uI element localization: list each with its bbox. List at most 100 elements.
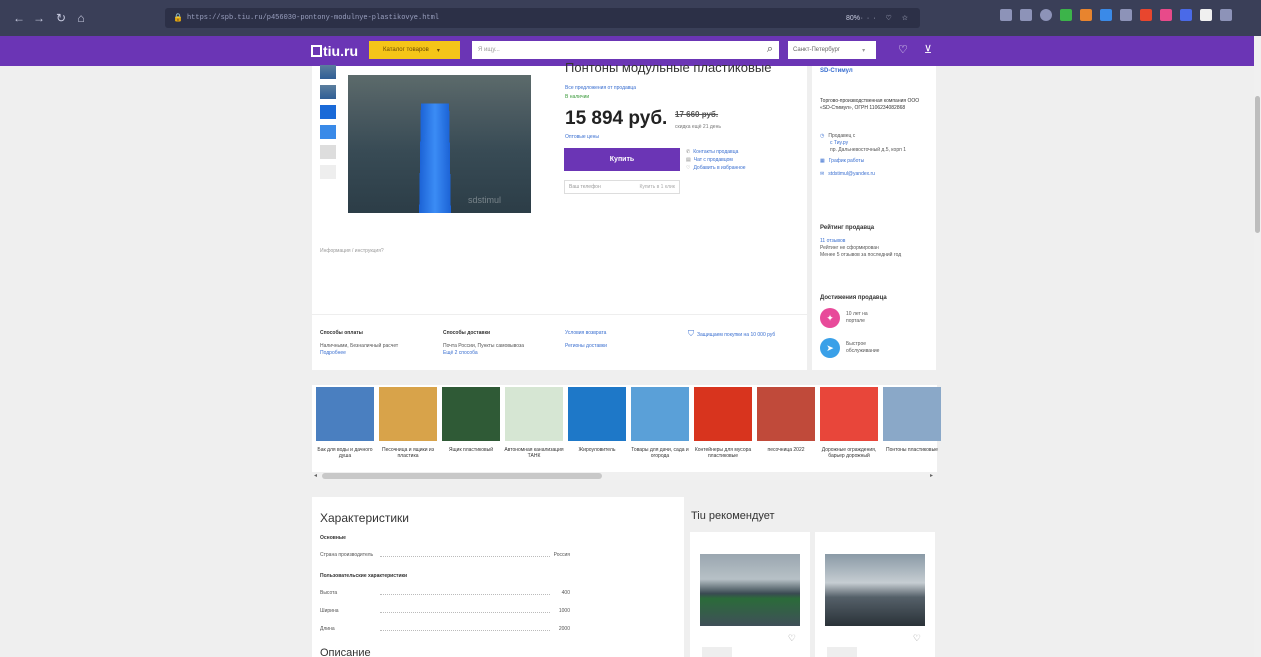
char-row: Страна производитель Россия [320,552,570,558]
recommend-card[interactable]: ♡ [815,532,935,657]
characteristics-title: Характеристики [320,511,409,525]
payment-info: Способы оплаты Наличными, Безналичный ра… [320,330,435,357]
buy-button[interactable]: Купить [564,148,680,171]
arrow-left-icon[interactable]: ◂ [314,472,317,479]
instructions-link[interactable]: Информация / инструкция? [320,248,384,254]
carousel-item[interactable]: Понтоны пластиковые [882,385,942,470]
protection-info[interactable]: ⛉ Защищаем покупки на 10 000 руб [688,330,803,339]
extension-green-icon[interactable] [1060,9,1072,21]
carousel-item[interactable]: Бак для воды и дачного душа [315,385,375,470]
favorite-link[interactable]: ♡ Добавить в избранное [686,164,746,172]
browser-toolbar: ← → ↻ ⌂ 🔒 https://spb.tiu.ru/p456030-pon… [0,0,1261,36]
description-title: Описание [320,647,371,657]
product-image[interactable]: sdstimul [348,75,531,213]
wholesale-link[interactable]: Оптовые цены [565,134,599,140]
image-watermark: sdstimul [467,195,501,205]
seller-name[interactable]: SD-Стимул [820,68,853,74]
back-icon[interactable]: ← [10,9,28,27]
carousel-image [505,387,563,441]
zoom-level[interactable]: 80% [846,15,860,22]
extension-white-icon[interactable] [1200,9,1212,21]
contact-seller-label: Контакты продавца [693,149,739,155]
chat-link[interactable]: ▤ Чат с продавцом [686,156,746,164]
seller-actions: ✆ Контакты продавца ▤ Чат с продавцом ♡ Доб… [686,148,746,172]
catalog-button[interactable]: Каталог товаров ▾ [369,41,460,59]
thumbnail[interactable] [320,65,336,79]
catalog-label: Каталог товаров [383,47,429,53]
search-icon[interactable]: ⌕ [767,43,773,56]
recommend-title: Tiu рекомендует [691,510,775,522]
carousel-item[interactable]: Контейнеры для мусора пластиковые [693,385,753,470]
schedule-link[interactable]: График работы [829,158,864,164]
heart-icon[interactable]: ♡ [788,633,796,644]
payment-more-link[interactable]: Подробнее [320,350,435,357]
achievement-label: 10 лет на портале [846,311,868,324]
carousel-item[interactable]: Ящик пластиковый [441,385,501,470]
payment-text: Наличными, Безналичный расчет [320,343,399,349]
all-offers-link[interactable]: Все предложения от продавца [565,85,636,91]
regions-link[interactable]: Регионы доставки [565,343,680,350]
thumbnail[interactable] [320,165,336,179]
library-icon[interactable] [1000,9,1012,21]
sidebar-icon[interactable] [1020,9,1032,21]
carousel-image [694,387,752,441]
carousel-label: Бак для воды и дачного душа [317,447,373,459]
seller-since[interactable]: с Тиу.ру [820,140,906,147]
extension-save-icon[interactable] [1120,9,1132,21]
carousel-item[interactable]: Дорожные ограждения, барьер дорожный [819,385,879,470]
thumbnail[interactable] [320,145,336,159]
search-input[interactable]: Я ищу... ⌕ [472,41,779,59]
char-label: Страна производитель [320,552,374,558]
home-icon[interactable]: ⌂ [72,9,90,27]
url-actions[interactable]: ··· ♡ ☆ [861,14,912,22]
menu-icon[interactable] [1220,9,1232,21]
rating-line: Рейтинг не сформирован [820,245,879,251]
heart-icon[interactable]: ♡ [913,633,921,644]
extension-red-icon[interactable] [1140,9,1152,21]
search-placeholder: Я ищу... [478,47,500,53]
carousel-item[interactable]: песочница 2022 [756,385,816,470]
protection-label: Защищаем покупки на 10 000 руб [697,332,776,338]
reload-icon[interactable]: ↻ [52,9,70,27]
arrow-right-icon[interactable]: ▸ [930,472,933,479]
char-label: Длина [320,626,335,632]
extension-orange-icon[interactable] [1080,9,1092,21]
carousel-item[interactable]: Песочница и ящики из пластика [378,385,438,470]
phone-icon: ✆ [686,149,691,155]
extension-square-icon[interactable] [1180,9,1192,21]
carousel-scrollbar-thumb[interactable] [322,473,602,479]
url-bar[interactable]: 🔒 https://spb.tiu.ru/p456030-pontony-mod… [165,8,920,28]
carousel-item[interactable]: Жироуловитель [567,385,627,470]
thumbnail[interactable] [320,105,336,119]
achievements-title: Достижения продавца [820,295,887,301]
cart-icon[interactable]: ⊻ [924,43,932,56]
forward-icon[interactable]: → [30,9,48,27]
carousel-image [757,387,815,441]
carousel-image [316,387,374,441]
seller-email[interactable]: stdstimul@yandex.ru [828,171,875,177]
carousel-item[interactable]: Автономная канализация ТАНК [504,385,564,470]
phone-input[interactable]: Ваш телефон Купить в 1 клик [564,180,680,194]
extension-blue-icon[interactable] [1100,9,1112,21]
carousel-scrollbar[interactable]: ◂ ▸ [312,472,937,480]
extension-pink-icon[interactable] [1160,9,1172,21]
contact-seller-link[interactable]: ✆ Контакты продавца [686,148,746,156]
site-logo[interactable]: tiu.ru [311,43,358,59]
city-select[interactable]: Санкт-Петербург ▾ [788,41,876,59]
delivery-more-link[interactable]: Ещё 2 способа [443,350,558,357]
char-row: Высота 400 [320,590,570,596]
return-terms-link[interactable]: Условия возврата [565,330,680,337]
thumbnail[interactable] [320,85,336,99]
recommend-card[interactable]: ♡ [690,532,810,657]
reviews-link[interactable]: 11 отзывов [820,238,940,245]
page-scrollbar[interactable] [1254,36,1261,657]
carousel-image [631,387,689,441]
carousel-item[interactable]: Товары для дачи, сада и огорода [630,385,690,470]
delivery-info: Способы доставки Почта России, Пункты са… [443,330,558,357]
thumbnail[interactable] [320,125,336,139]
carousel-image [820,387,878,441]
page-scrollbar-thumb[interactable] [1255,96,1260,233]
one-click-button[interactable]: Купить в 1 клик [639,184,675,190]
heart-icon[interactable]: ♡ [898,43,908,56]
account-icon[interactable] [1040,9,1052,21]
